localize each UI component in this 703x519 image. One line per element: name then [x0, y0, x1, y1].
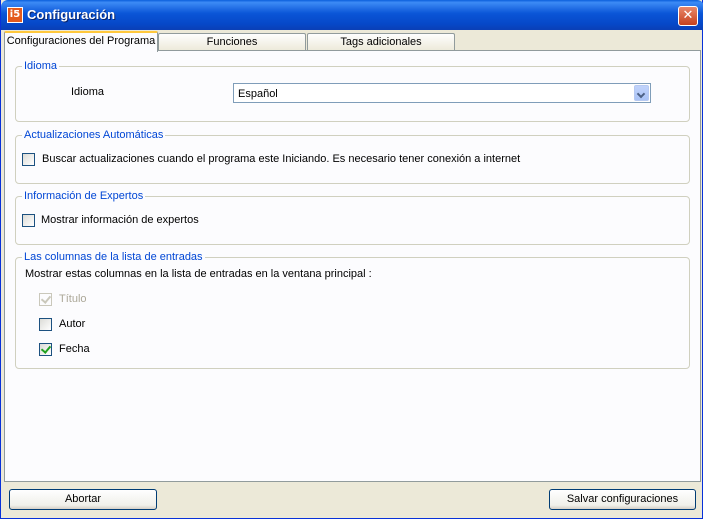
show-experts-checkbox[interactable] [22, 214, 35, 227]
language-select-value: Español [238, 88, 278, 100]
app-logo-icon: i5 [7, 7, 23, 23]
column-autor-label[interactable]: Autor [59, 318, 85, 331]
tab-tags-adicionales[interactable]: Tags adicionales [307, 33, 455, 51]
language-select[interactable]: Español [233, 83, 651, 103]
group-columnas: Las columnas de la lista de entradas Mos… [15, 250, 690, 369]
auto-update-label[interactable]: Buscar actualizaciones cuando el program… [42, 153, 520, 166]
column-titulo-checkbox [39, 293, 52, 306]
column-fecha-label[interactable]: Fecha [59, 343, 90, 356]
columns-description: Mostrar estas columnas en la lista de en… [25, 268, 372, 280]
chevron-down-icon[interactable] [634, 85, 649, 101]
show-experts-label[interactable]: Mostrar información de expertos [41, 214, 199, 227]
tab-funciones[interactable]: Funciones [158, 33, 306, 51]
column-fecha-checkbox[interactable] [39, 343, 52, 356]
save-settings-button[interactable]: Salvar configuraciones [549, 489, 696, 510]
auto-update-checkbox[interactable] [22, 153, 35, 166]
group-actualizaciones: Actualizaciones Automáticas Buscar actua… [15, 128, 690, 184]
tab-panel: Idioma Idioma Español Actualizaciones Au… [4, 50, 701, 482]
cancel-button[interactable]: Abortar [9, 489, 157, 510]
group-idioma: Idioma Idioma Español [15, 59, 690, 122]
configuration-window: i5 Configuración ✕ Configuraciones del P… [0, 0, 703, 519]
column-titulo-label: Título [59, 293, 87, 305]
group-actualizaciones-legend: Actualizaciones Automáticas [22, 128, 166, 142]
title-bar[interactable]: i5 Configuración ✕ [1, 0, 703, 30]
window-title: Configuración [27, 7, 116, 22]
close-icon[interactable]: ✕ [678, 6, 698, 26]
column-autor-checkbox[interactable] [39, 318, 52, 331]
idioma-label: Idioma [71, 86, 105, 98]
tab-configuraciones-programa[interactable]: Configuraciones del Programa [4, 31, 158, 52]
group-expertos: Información de Expertos Mostrar informac… [15, 189, 690, 245]
group-columnas-legend: Las columnas de la lista de entradas [22, 250, 205, 264]
group-idioma-legend: Idioma [22, 59, 60, 73]
group-expertos-legend: Información de Expertos [22, 189, 146, 203]
